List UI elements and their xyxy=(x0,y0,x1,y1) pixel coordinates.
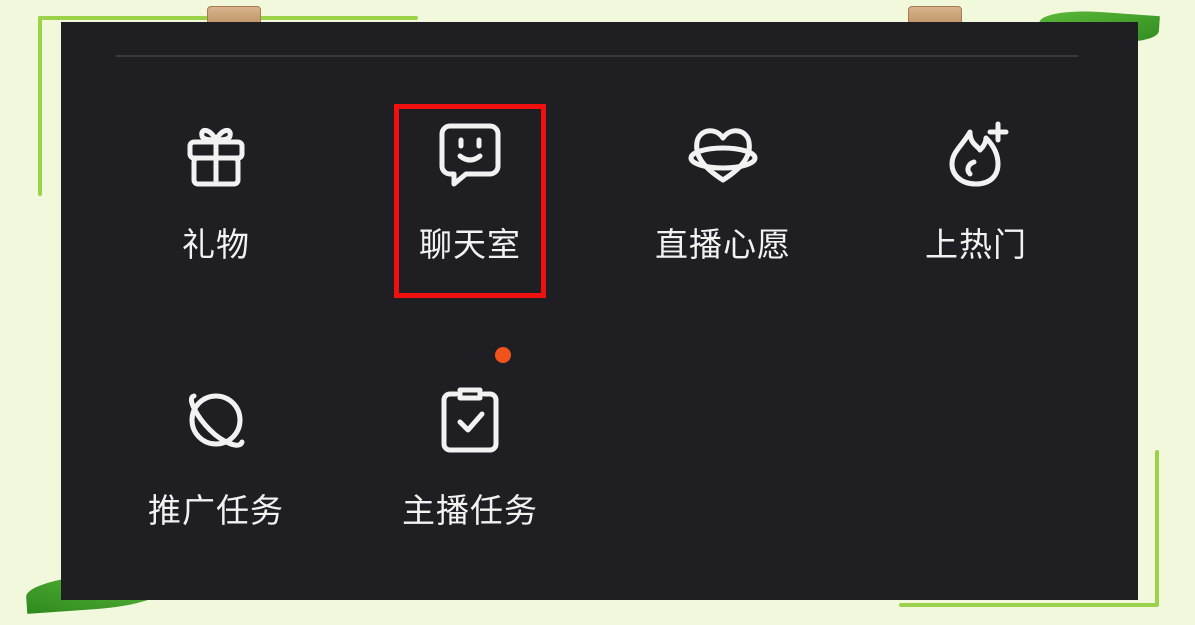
flame-plus-icon xyxy=(940,118,1012,190)
menu-item-host-task[interactable]: 主播任务 xyxy=(370,384,570,584)
gift-icon xyxy=(180,118,252,190)
notification-dot xyxy=(495,347,511,363)
highlight-box xyxy=(394,104,546,298)
menu-item-label: 上热门 xyxy=(925,225,1027,264)
frame-left-line xyxy=(38,16,42,196)
frame-right-line xyxy=(1155,450,1159,605)
menu-item-label: 礼物 xyxy=(182,225,250,264)
menu-item-gift[interactable]: 礼物 xyxy=(116,118,316,318)
menu-item-hot[interactable]: 上热门 xyxy=(876,118,1076,318)
planet-icon xyxy=(180,384,252,456)
clipboard-check-icon xyxy=(434,384,506,456)
menu-item-label: 直播心愿 xyxy=(655,225,791,264)
heart-ring-icon xyxy=(687,118,759,190)
menu-item-promotion-task[interactable]: 推广任务 xyxy=(116,384,316,584)
menu-item-label: 主播任务 xyxy=(402,491,538,530)
menu-item-live-wish[interactable]: 直播心愿 xyxy=(623,118,823,318)
frame-bottom-line xyxy=(899,603,1159,607)
live-tools-panel: 礼物 聊天室 直播心愿 上热门 推广任务 主播任务 xyxy=(61,22,1138,600)
divider xyxy=(116,55,1078,57)
menu-item-label: 推广任务 xyxy=(148,491,284,530)
